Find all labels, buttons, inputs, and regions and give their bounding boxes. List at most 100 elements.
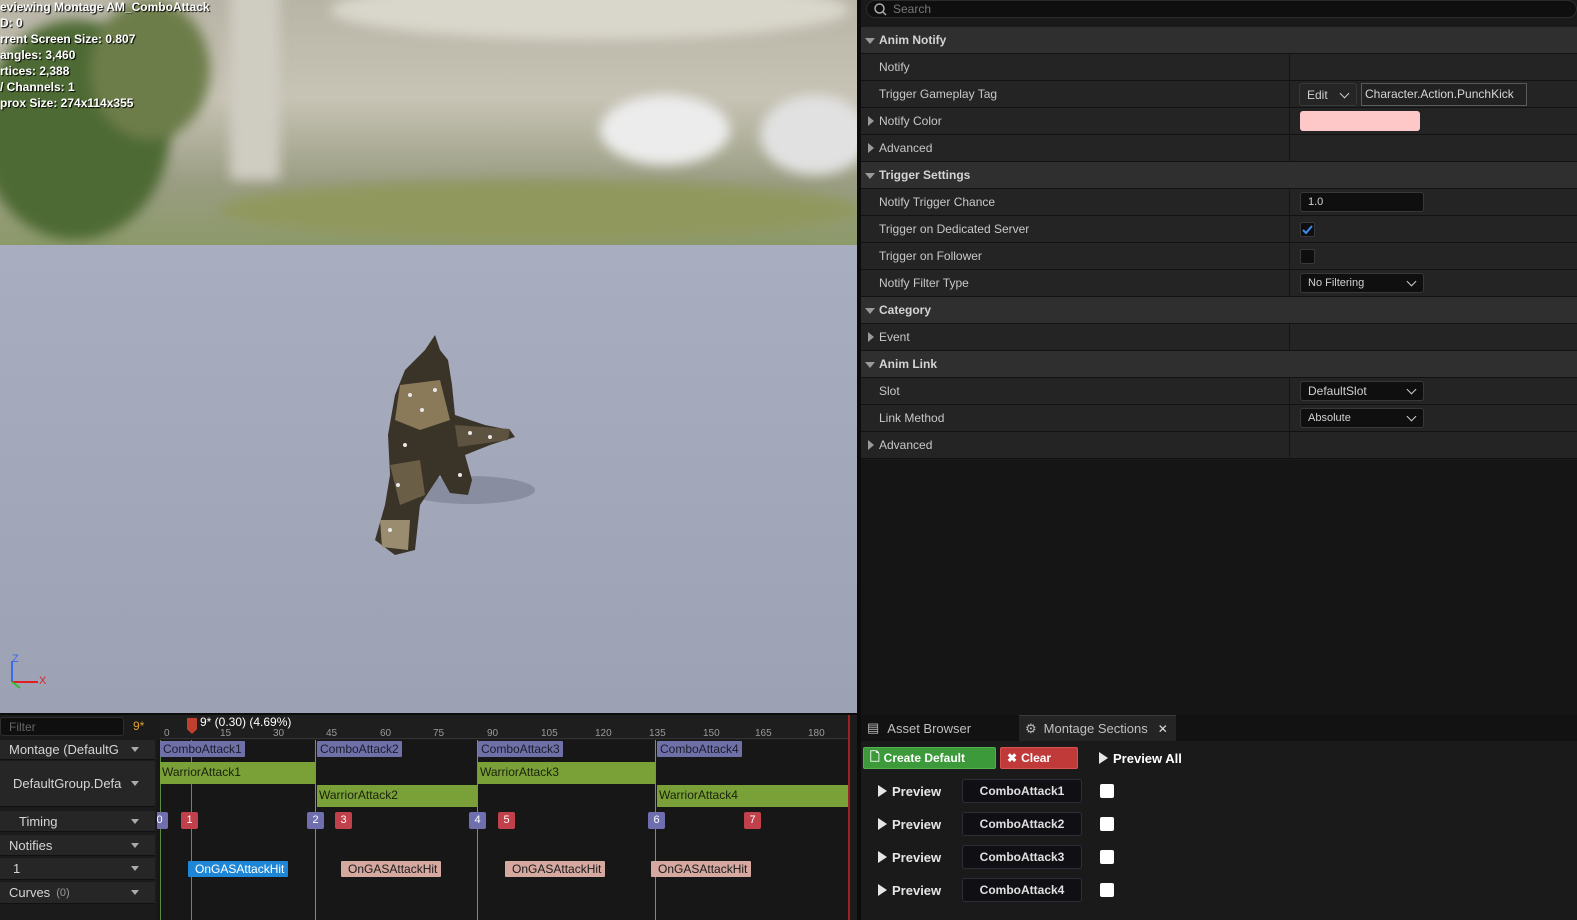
- category-anim-link[interactable]: Anim Link: [861, 351, 1577, 378]
- dropdown-arrow-icon: [131, 781, 139, 786]
- stat-lod: D: 0: [0, 16, 23, 30]
- expand-arrow-icon: [865, 362, 875, 368]
- category-category[interactable]: Category: [861, 297, 1577, 324]
- track-montage[interactable]: Montage (DefaultG: [0, 740, 155, 760]
- viewport-splitter[interactable]: [0, 713, 857, 715]
- dedicated-server-checkbox[interactable]: [1300, 222, 1315, 237]
- notify-marker-selected[interactable]: OnGASAttackHit: [188, 861, 289, 877]
- create-default-button[interactable]: 🗋 Create Default: [863, 747, 996, 769]
- asset-browser-icon: ▤: [867, 720, 880, 735]
- preview-button[interactable]: Preview: [878, 812, 952, 836]
- timeline-filter-input[interactable]: Filter: [0, 717, 124, 736]
- preview-viewport[interactable]: eviewing Montage AM_ComboAttack D: 0 rre…: [0, 0, 857, 715]
- tick-label: 165: [755, 728, 772, 739]
- dropdown-value: No Filtering: [1308, 277, 1365, 289]
- play-icon: [1099, 752, 1108, 764]
- notify-marker[interactable]: OnGASAttackHit: [505, 861, 606, 877]
- slot-dropdown[interactable]: DefaultSlot: [1300, 381, 1424, 401]
- stat-approx-size: prox Size: 274x114x355: [0, 96, 134, 110]
- anim-segment[interactable]: WarriorAttack2: [317, 785, 477, 807]
- prop-advanced-1[interactable]: Advanced: [861, 135, 1577, 162]
- prop-notify-color[interactable]: Notify Color: [861, 108, 1577, 135]
- character-model: [375, 335, 535, 555]
- section-label[interactable]: ComboAttack2: [317, 741, 402, 757]
- section-checkbox[interactable]: [1100, 850, 1114, 864]
- section-checkbox[interactable]: [1100, 817, 1114, 831]
- prop-event[interactable]: Event: [861, 324, 1577, 351]
- timing-marker[interactable]: 6: [648, 812, 665, 829]
- section-name-button[interactable]: ComboAttack1: [962, 779, 1082, 803]
- timing-marker[interactable]: 1: [181, 812, 198, 829]
- prop-label: Event: [879, 330, 910, 344]
- section-checkbox[interactable]: [1100, 784, 1114, 798]
- preview-button[interactable]: Preview: [878, 845, 952, 869]
- category-anim-notify[interactable]: Anim Notify: [861, 27, 1577, 54]
- follower-checkbox[interactable]: [1300, 249, 1315, 264]
- section-name-button[interactable]: ComboAttack3: [962, 845, 1082, 869]
- prop-label: Advanced: [879, 141, 933, 155]
- notify-color-swatch[interactable]: [1300, 111, 1420, 131]
- filter-type-dropdown[interactable]: No Filtering: [1300, 273, 1424, 293]
- category-trigger-settings[interactable]: Trigger Settings: [861, 162, 1577, 189]
- category-label: Anim Link: [879, 357, 938, 371]
- track-area[interactable]: ComboAttack1 ComboAttack2 ComboAttack3 C…: [157, 740, 850, 920]
- preview-button[interactable]: Preview: [878, 878, 952, 902]
- tag-edit-button[interactable]: Edit: [1299, 83, 1357, 106]
- panel-splitter[interactable]: [857, 0, 861, 920]
- prop-label: Trigger Gameplay Tag: [879, 87, 998, 101]
- section-label[interactable]: ComboAttack1: [160, 741, 245, 757]
- notify-marker[interactable]: OnGASAttackHit: [651, 861, 752, 877]
- track-label: Timing: [19, 813, 58, 829]
- stat-preview-title: eviewing Montage AM_ComboAttack: [0, 0, 210, 14]
- timing-marker[interactable]: 4: [469, 812, 486, 829]
- tick-label: 90: [487, 728, 499, 739]
- preview-all-button[interactable]: Preview All: [1093, 747, 1189, 769]
- expand-arrow-icon: [868, 143, 874, 153]
- track-timing[interactable]: Timing: [0, 811, 155, 832]
- details-search-input[interactable]: Search: [866, 0, 1577, 18]
- track-default-group[interactable]: DefaultGroup.Defa: [0, 761, 155, 807]
- dropdown-value: DefaultSlot: [1308, 384, 1367, 398]
- gameplay-tag-value[interactable]: Character.Action.PunchKick: [1361, 83, 1527, 106]
- tab-asset-browser[interactable]: ▤ Asset Browser: [861, 715, 1011, 741]
- tab-label: Montage Sections: [1043, 721, 1148, 736]
- anim-segment[interactable]: WarriorAttack4: [657, 785, 850, 807]
- section-name-button[interactable]: ComboAttack2: [962, 812, 1082, 836]
- notify-marker[interactable]: OnGASAttackHit: [341, 861, 442, 877]
- dropdown-arrow-icon: [131, 818, 139, 824]
- category-label: Anim Notify: [879, 33, 947, 47]
- tick-label: 180: [808, 728, 825, 739]
- prop-advanced-2[interactable]: Advanced: [861, 432, 1577, 459]
- timing-marker[interactable]: 3: [335, 812, 352, 829]
- clear-button[interactable]: ✖ Clear: [1000, 747, 1078, 769]
- montage-sections-icon: ⚙: [1025, 720, 1037, 736]
- expand-arrow-icon: [865, 38, 875, 44]
- track-label: Curves: [9, 885, 51, 900]
- preview-button[interactable]: Preview: [878, 779, 952, 803]
- tab-montage-sections[interactable]: ⚙ Montage Sections ✕: [1019, 715, 1176, 741]
- prop-label: Advanced: [879, 438, 933, 452]
- track-notify-1[interactable]: 1: [0, 858, 155, 880]
- trigger-chance-input[interactable]: 1.0: [1300, 192, 1424, 212]
- timing-marker[interactable]: 5: [498, 812, 515, 829]
- timing-marker[interactable]: 0: [157, 812, 168, 829]
- section-checkbox[interactable]: [1100, 883, 1114, 897]
- play-icon: [878, 884, 887, 896]
- dropdown-arrow-icon: [131, 747, 139, 752]
- tick-label: 15: [220, 728, 232, 739]
- link-method-dropdown[interactable]: Absolute: [1300, 408, 1424, 428]
- stat-vertices: rtices: 2,388: [0, 64, 70, 78]
- anim-segment[interactable]: WarriorAttack3: [478, 762, 655, 784]
- expand-arrow-icon: [865, 173, 875, 179]
- section-label[interactable]: ComboAttack3: [478, 741, 563, 757]
- track-notifies[interactable]: Notifies: [0, 835, 155, 856]
- anim-segment[interactable]: WarriorAttack1: [160, 762, 315, 784]
- track-curves[interactable]: Curves (0): [0, 882, 155, 904]
- button-label: Preview: [892, 882, 942, 898]
- section-label[interactable]: ComboAttack4: [657, 741, 742, 757]
- timing-marker[interactable]: 2: [307, 812, 324, 829]
- section-name-button[interactable]: ComboAttack4: [962, 878, 1082, 902]
- timing-marker[interactable]: 7: [744, 812, 761, 829]
- prop-notify: Notify: [861, 54, 1577, 81]
- close-icon[interactable]: ✕: [1158, 722, 1168, 736]
